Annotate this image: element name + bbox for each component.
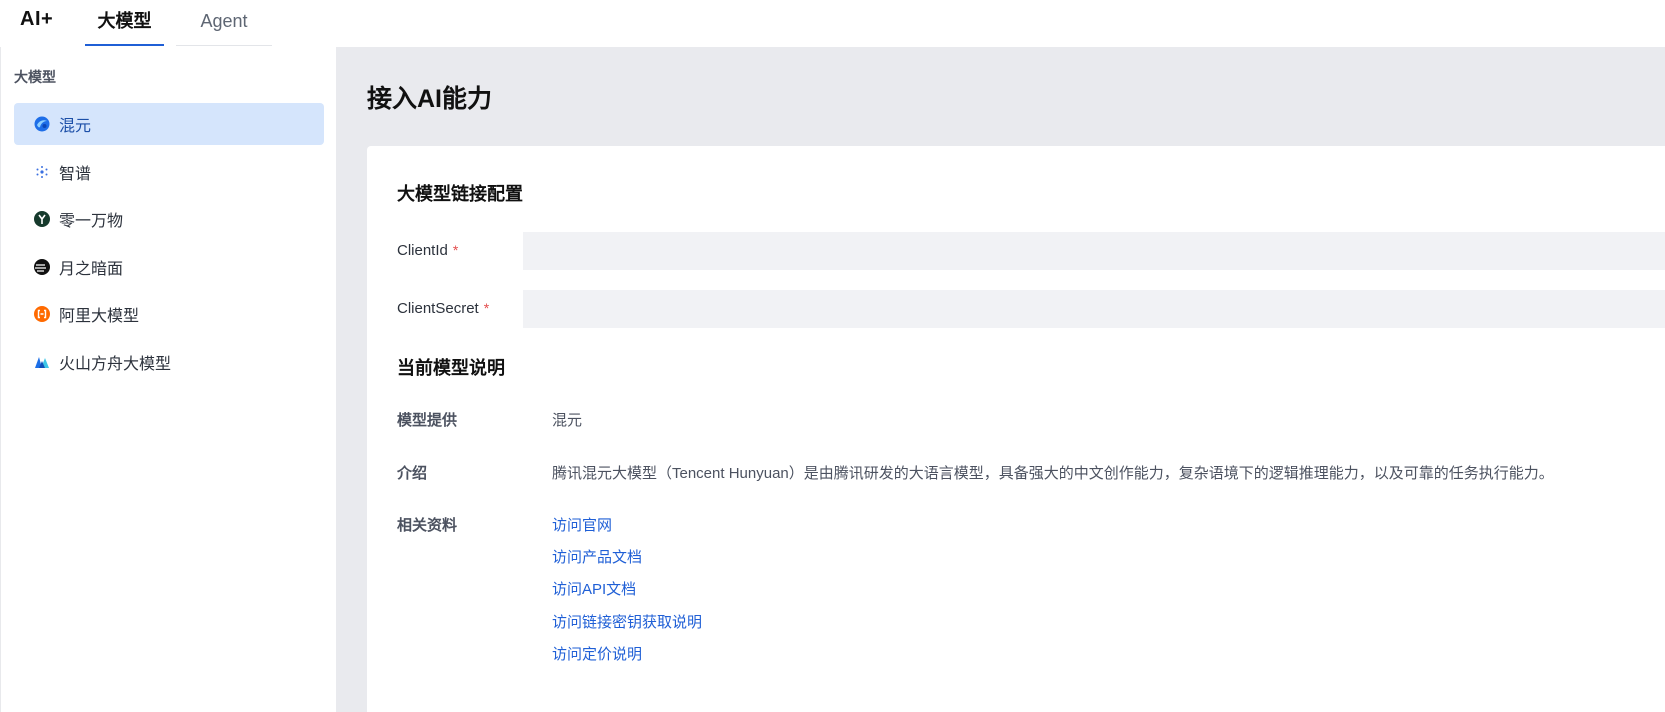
sidebar-item-hunyuan[interactable]: 混元 [14, 103, 324, 145]
link-key-guide[interactable]: 访问链接密钥获取说明 [552, 611, 702, 632]
provider-label: 模型提供 [397, 412, 458, 429]
sidebar-item-lingyiwanwu[interactable]: 零一万物 [14, 198, 324, 240]
intro-label: 介绍 [397, 465, 428, 482]
tab-agent[interactable]: Agent [176, 0, 272, 46]
sidebar-item-zhipu[interactable]: 智谱 [14, 151, 324, 193]
model-menu: 混元 智谱 零一万物 月之暗面 阿里大模型 火山方舟大模型 [14, 103, 324, 388]
top-bar: AI+ 大模型 Agent [0, 0, 1665, 47]
provider-value: 混元 [552, 412, 583, 429]
info-section-title: 当前模型说明 [397, 358, 505, 378]
link-pricing[interactable]: 访问定价说明 [552, 643, 642, 664]
tab-large-models[interactable]: 大模型 [85, 0, 164, 46]
clientid-label: ClientId * [397, 242, 459, 259]
zhipu-icon [34, 164, 50, 180]
sidebar-item-label: 混元 [59, 118, 92, 135]
clientid-input[interactable] [523, 232, 1665, 270]
aliyun-icon [34, 306, 50, 322]
sidebar: 大模型 混元 智谱 零一万物 月之暗面 阿里大模型 火山方舟大模型 [0, 47, 336, 712]
sidebar-title: 大模型 [14, 69, 56, 85]
link-api-docs[interactable]: 访问API文档 [552, 578, 636, 599]
config-section-title: 大模型链接配置 [397, 184, 523, 204]
clientsecret-input[interactable] [523, 290, 1665, 328]
hunyuan-icon [34, 116, 50, 132]
sidebar-item-label: 阿里大模型 [59, 308, 140, 325]
sidebar-item-volcengine[interactable]: 火山方舟大模型 [14, 341, 324, 383]
sidebar-item-label: 火山方舟大模型 [59, 355, 172, 373]
clientsecret-label: ClientSecret * [397, 300, 490, 317]
required-mark: * [452, 242, 459, 258]
page-title: 接入AI能力 [367, 85, 493, 113]
resources-label: 相关资料 [397, 517, 458, 534]
sidebar-item-aliyun[interactable]: 阿里大模型 [14, 293, 324, 335]
link-product-docs[interactable]: 访问产品文档 [552, 546, 642, 567]
sidebar-item-label: 零一万物 [59, 213, 124, 230]
lingyiwanwu-icon [34, 211, 50, 227]
config-card: 大模型链接配置 ClientId * ClientSecret * 当前模型说明 模… [367, 146, 1665, 712]
sidebar-item-moonshot[interactable]: 月之暗面 [14, 246, 324, 288]
sidebar-item-label: 智谱 [59, 165, 92, 183]
volcengine-icon [34, 354, 50, 370]
required-mark: * [483, 300, 490, 316]
intro-value: 腾讯混元大模型（Tencent Hunyuan）是由腾讯研发的大语言模型，具备强… [552, 465, 1554, 482]
link-official-site[interactable]: 访问官网 [552, 514, 612, 535]
brand-logo: AI+ [20, 8, 54, 30]
sidebar-item-label: 月之暗面 [59, 260, 124, 278]
moonshot-icon [34, 258, 50, 275]
